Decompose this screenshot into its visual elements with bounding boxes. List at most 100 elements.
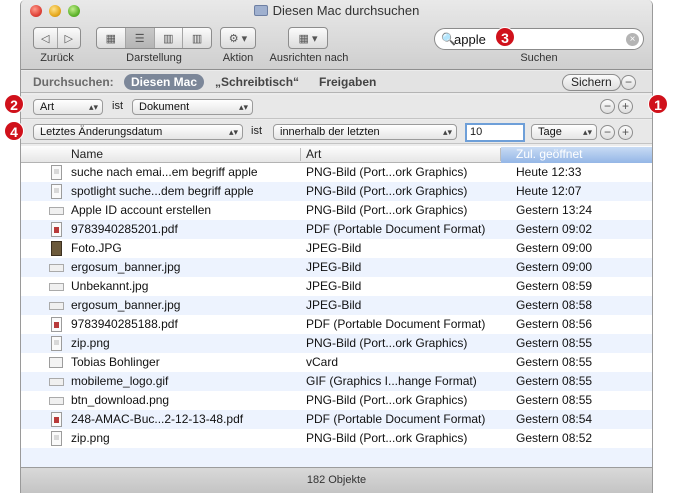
view-mode-control: ▦ ☰ ▥ ▥	[96, 27, 212, 49]
results-list: suche nach emai...em begriff apple PNG-Bi…	[21, 163, 652, 448]
cell-last-opened: Gestern 13:24	[516, 203, 593, 217]
cell-name: 9783940285188.pdf	[71, 317, 178, 331]
table-row[interactable]: Foto.JPG JPEG-Bild Gestern 09:00	[21, 239, 652, 258]
cell-kind: PNG-Bild (Port...ork Graphics)	[306, 393, 468, 407]
scope-shared[interactable]: Freigaben	[312, 74, 383, 90]
annotation-badge-3: 3	[495, 27, 515, 47]
scope-this-mac[interactable]: Diesen Mac	[124, 74, 205, 90]
table-row[interactable]: 248-AMAC-Buc...2-12-13-48.pdf PDF (Portab…	[21, 410, 652, 429]
list-view-button[interactable]: ☰	[125, 28, 155, 48]
column-header-name[interactable]: Name	[71, 147, 103, 163]
table-row[interactable]: zip.png PNG-Bild (Port...ork Graphics) Ges…	[21, 334, 652, 353]
window-title-bar: Diesen Mac durchsuchen	[21, 3, 652, 18]
web-file-icon	[49, 397, 64, 405]
table-row[interactable]: btn_download.png PNG-Bild (Port...ork Gra…	[21, 391, 652, 410]
cell-name: btn_download.png	[71, 393, 170, 407]
png-file-icon	[51, 431, 62, 446]
gear-icon: ⚙ ▾	[228, 32, 248, 45]
columns-icon: ▥	[163, 32, 174, 45]
column-view-button[interactable]: ▥	[155, 28, 184, 48]
plus-icon: +	[621, 125, 629, 139]
cell-last-opened: Gestern 08:59	[516, 279, 593, 293]
clear-search-icon[interactable]: ×	[626, 33, 639, 46]
remove-criterion-button[interactable]: −	[600, 99, 615, 114]
cell-name: ergosum_banner.jpg	[71, 298, 181, 312]
back-button[interactable]: ◁	[34, 28, 58, 48]
view-label: Darstellung	[126, 52, 182, 64]
value-popup-date[interactable]: innerhalb der letzten ▴▾	[273, 124, 457, 140]
cell-last-opened: Gestern 08:55	[516, 336, 593, 350]
png-file-icon	[51, 184, 62, 199]
pdf-file-icon	[51, 412, 62, 427]
action-menu-button[interactable]: ⚙ ▾	[220, 27, 256, 49]
cell-name: Unbekannt.jpg	[71, 279, 149, 293]
remove-criterion-button[interactable]: −	[600, 125, 615, 140]
table-row[interactable]: 9783940285188.pdf PDF (Portable Document …	[21, 315, 652, 334]
cell-name: ergosum_banner.jpg	[71, 260, 181, 274]
pdf-file-icon	[51, 317, 62, 332]
chevron-right-icon: ▷	[64, 32, 73, 45]
unit-text: Tage	[538, 126, 562, 138]
amount-input[interactable]: 10	[465, 123, 525, 142]
criterion-row-kind: Art ▴▾ ist Dokument ▴▾ − +	[21, 95, 652, 119]
add-criterion-button[interactable]: +	[618, 99, 633, 114]
attribute-popup-date[interactable]: Letztes Änderungsdatum ▴▾	[33, 124, 243, 140]
attribute-popup-kind[interactable]: Art ▴▾	[33, 99, 103, 115]
cell-last-opened: Heute 12:07	[516, 184, 582, 198]
cell-kind: PNG-Bild (Port...ork Graphics)	[306, 431, 468, 445]
column-header-kind[interactable]: Art	[306, 147, 321, 163]
column-divider[interactable]	[300, 148, 301, 161]
table-row[interactable]: Unbekannt.jpg JPEG-Bild Gestern 08:59	[21, 277, 652, 296]
table-row[interactable]: Tobias Bohlinger vCard Gestern 08:55	[21, 353, 652, 372]
search-field[interactable]: 🔍 ×	[434, 28, 644, 50]
search-input[interactable]	[454, 31, 614, 47]
arrange-label: Ausrichten nach	[269, 52, 349, 64]
cell-last-opened: Gestern 09:02	[516, 222, 593, 236]
add-criterion-button[interactable]: +	[618, 125, 633, 140]
table-row[interactable]: ergosum_banner.jpg JPEG-Bild Gestern 08:58	[21, 296, 652, 315]
coverflow-view-button[interactable]: ▥	[183, 28, 211, 48]
cell-name: 248-AMAC-Buc...2-12-13-48.pdf	[71, 412, 244, 426]
save-search-button[interactable]: Sichern	[562, 74, 621, 91]
operator-text: ist	[112, 100, 123, 112]
icon-view-button[interactable]: ▦	[97, 28, 126, 48]
web-file-icon	[49, 283, 64, 291]
png-file-icon	[51, 336, 62, 351]
unit-popup[interactable]: Tage ▴▾	[531, 124, 597, 140]
attribute-value: Art	[40, 101, 55, 113]
status-bar: 182 Objekte	[21, 467, 652, 493]
cell-last-opened: Gestern 08:54	[516, 412, 593, 426]
table-row[interactable]: ergosum_banner.jpg JPEG-Bild Gestern 09:00	[21, 258, 652, 277]
arrange-grid-icon: ▦ ▾	[298, 32, 318, 45]
cell-last-opened: Gestern 08:58	[516, 298, 593, 312]
cell-kind: GIF (Graphics I...hange Format)	[306, 374, 477, 388]
criterion-row-date: Letztes Änderungsdatum ▴▾ ist innerhalb d…	[21, 120, 652, 144]
table-row[interactable]: Apple ID account erstellen PNG-Bild (Port…	[21, 201, 652, 220]
cell-name: Apple ID account erstellen	[71, 203, 212, 217]
value-popup-kind[interactable]: Dokument ▴▾	[132, 99, 253, 115]
table-row[interactable]: suche nach emai...em begriff apple PNG-Bi…	[21, 163, 652, 182]
back-label: Zurück	[40, 52, 74, 64]
cell-last-opened: Gestern 09:00	[516, 260, 593, 274]
cell-last-opened: Gestern 08:52	[516, 431, 593, 445]
value-text: Dokument	[139, 101, 190, 113]
table-row[interactable]: 9783940285201.pdf PDF (Portable Document …	[21, 220, 652, 239]
table-row[interactable]: zip.png PNG-Bild (Port...ork Graphics) Ges…	[21, 429, 652, 448]
empty-row	[21, 448, 652, 467]
list-icon: ☰	[134, 32, 145, 45]
attribute-value: Letztes Änderungsdatum	[40, 126, 163, 138]
cell-last-opened: Gestern 08:55	[516, 393, 593, 407]
scope-desktop[interactable]: „Schreibtisch“	[208, 74, 306, 90]
forward-button[interactable]: ▷	[58, 28, 81, 48]
arrange-menu-button[interactable]: ▦ ▾	[288, 27, 328, 49]
cell-kind: PDF (Portable Document Format)	[306, 412, 486, 426]
smart-folder-icon	[253, 5, 268, 16]
table-row[interactable]: mobileme_logo.gif GIF (Graphics I...hange…	[21, 372, 652, 391]
cell-last-opened: Gestern 09:00	[516, 241, 593, 255]
remove-scope-button[interactable]: −	[621, 75, 636, 90]
table-row[interactable]: spotlight suche...dem begriff apple PNG-B…	[21, 182, 652, 201]
web-file-icon	[49, 302, 64, 310]
cell-name: Tobias Bohlinger	[71, 355, 160, 369]
cell-kind: JPEG-Bild	[306, 241, 362, 255]
column-header-last-opened[interactable]: Zul. geöffnet	[501, 147, 652, 163]
